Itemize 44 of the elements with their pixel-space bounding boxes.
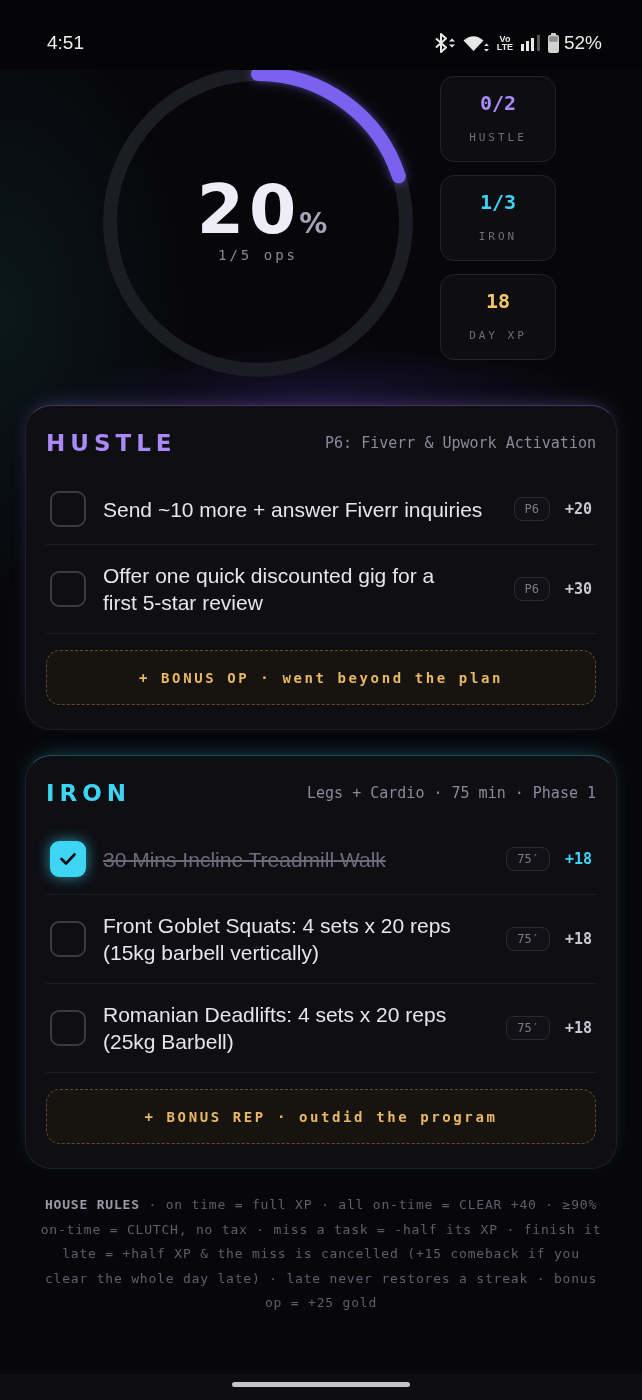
status-time: 4:51 [47, 32, 84, 54]
checkbox[interactable] [50, 491, 86, 527]
battery-icon [547, 33, 559, 53]
progress-caption: 1/5 ops [218, 246, 298, 265]
check-icon [60, 853, 76, 865]
task-text: Front Goblet Squats: 4 sets x 20 reps (15kg barbell vertically) [103, 913, 452, 966]
task-points: +18 [563, 929, 592, 949]
task-points: +18 [563, 1018, 592, 1038]
task-points: +18 [563, 849, 592, 869]
task-tag: P6 [513, 577, 550, 601]
task-tag: 75′ [506, 1016, 550, 1040]
bonus-button[interactable]: + BONUS OP · went beyond the plan [46, 650, 596, 705]
stat-label: IRON [478, 230, 518, 244]
task-text: Offer one quick discounted gig for a first 5-star review [103, 563, 436, 616]
gesture-handle[interactable] [232, 1382, 410, 1387]
checkbox[interactable] [50, 841, 86, 877]
task-points: +20 [563, 499, 592, 519]
task-tag: 75′ [506, 927, 550, 951]
task-points: +30 [563, 579, 592, 599]
task-tag: 75′ [506, 847, 550, 871]
task-tag: P6 [513, 497, 550, 521]
checkbox[interactable] [50, 571, 86, 607]
section-subtitle: Legs + Cardio · 75 min · Phase 1 [307, 783, 596, 803]
bonus-button[interactable]: + BONUS REP · outdid the program [46, 1089, 596, 1144]
section-title: HUSTLE [46, 429, 177, 458]
volte-indicator: Vo LTE [495, 35, 514, 51]
stat-value: 1/3 [479, 191, 517, 213]
checkbox[interactable] [50, 1010, 86, 1046]
signal-icon [520, 35, 541, 51]
stat-value: 18 [485, 290, 511, 312]
task-text: 30 Mins Incline Treadmill Walk [103, 846, 387, 873]
percent-sign: % [299, 209, 328, 239]
stat-value: 0/2 [479, 92, 517, 114]
task-text: Romanian Deadlifts: 4 sets x 20 reps (25kg Barbell) [103, 1002, 448, 1055]
battery-percent: 52% [563, 32, 602, 54]
stat-label: HUSTLE [469, 131, 527, 145]
section-title: IRON [46, 779, 132, 808]
wifi-icon [461, 33, 489, 53]
checkbox[interactable] [50, 921, 86, 957]
stat-label: DAY XP [469, 329, 527, 343]
bluetooth-icon [433, 33, 455, 53]
task-text: Send ~10 more + answer Fiverr inquiries [103, 496, 484, 523]
section-subtitle: P6: Fiverr & Upwork Activation [325, 433, 596, 453]
house-rules: HOUSE RULES · on time = full XP · all on-time = CLEAR +40 · ≥90% on-time = CLUTCH, no tax · miss a task = -half its XP · finish it late = +half XP & the miss is cancelled (+15 comeback if you clear the whole day late) · late never restores a streak · bonus op = +25 gold [39, 1196, 603, 1312]
